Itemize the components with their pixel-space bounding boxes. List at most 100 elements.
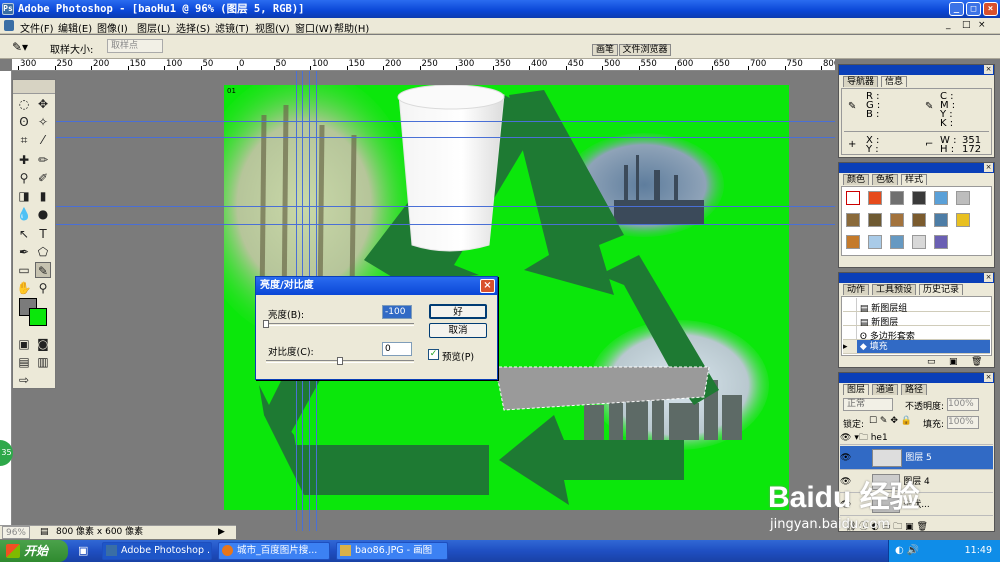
text-tool-icon[interactable]: T [35, 226, 51, 242]
panel-close-icon[interactable]: × [984, 163, 993, 172]
marquee-tool-icon[interactable]: ◌ [16, 96, 32, 112]
task-photoshop[interactable]: Adobe Photoshop ... [102, 542, 212, 560]
task-browser[interactable]: 城市_百度图片搜... [218, 542, 330, 560]
blend-mode-select[interactable]: 正常 [843, 398, 893, 411]
lasso-tool-icon[interactable]: ʘ [16, 114, 32, 130]
tab-navigator[interactable]: 导航器 [843, 76, 879, 87]
new-snapshot-icon[interactable]: ▣ [949, 357, 958, 367]
preview-checkbox[interactable]: ✓ [428, 349, 439, 360]
menu-select[interactable]: 选择(S) [176, 20, 210, 35]
eyedropper-tool-icon[interactable]: ✎ [35, 262, 51, 278]
style-swatch[interactable] [846, 213, 860, 227]
panel-close-icon[interactable]: × [984, 273, 993, 282]
healing-brush-icon[interactable]: ✚ [16, 152, 32, 168]
tab-channels[interactable]: 通道 [872, 384, 899, 395]
menu-filter[interactable]: 滤镜(T) [215, 20, 249, 35]
menu-image[interactable]: 图像(I) [97, 20, 128, 35]
brightness-input[interactable]: -100 [382, 305, 412, 319]
eraser-tool-icon[interactable]: ◨ [16, 188, 32, 204]
menu-layer[interactable]: 图层(L) [137, 20, 170, 35]
brightness-slider-thumb[interactable] [263, 320, 269, 328]
minimize-button[interactable]: _ [949, 2, 964, 16]
gradient-tool-icon[interactable]: ▮ [35, 188, 51, 204]
layer-group-row[interactable]: 👁 ▾🗀 he1 [840, 431, 993, 445]
zoom-level[interactable]: 96% [2, 526, 30, 539]
style-swatch[interactable] [934, 213, 948, 227]
sample-size-select[interactable]: 取样点 [107, 39, 163, 53]
style-swatch[interactable] [912, 191, 926, 205]
path-select-icon[interactable]: ↖ [16, 226, 32, 242]
blur-tool-icon[interactable]: 💧 [16, 206, 32, 222]
ok-button[interactable]: 好 [429, 304, 487, 319]
status-menu-arrow-icon[interactable]: ▶ [218, 526, 225, 539]
history-item[interactable]: ▤ 新图层组 [843, 298, 990, 314]
style-swatch[interactable] [934, 191, 948, 205]
panel-close-icon[interactable]: × [984, 65, 993, 74]
quick-launch-icon[interactable]: ▣ [78, 544, 88, 557]
guide-horizontal[interactable] [12, 137, 835, 138]
eyedropper-icon[interactable]: ✎▾ [12, 40, 28, 54]
menu-file[interactable]: 文件(F) [20, 20, 54, 35]
tray-icons[interactable]: ◐ 🔊 [895, 540, 919, 562]
menu-window[interactable]: 窗口(W) [295, 20, 333, 35]
close-button[interactable]: × [983, 2, 998, 16]
screen-mode-icon[interactable]: ▤ [16, 354, 32, 370]
brush-tool-icon[interactable]: ✏ [35, 152, 51, 168]
fill-input[interactable]: 100% [947, 416, 979, 429]
style-swatch[interactable] [868, 235, 882, 249]
style-swatch[interactable] [912, 213, 926, 227]
tab-info[interactable]: 信息 [881, 76, 908, 87]
brightness-slider-track[interactable] [266, 323, 414, 326]
dialog-close-button[interactable]: × [480, 279, 495, 293]
menu-edit[interactable]: 编辑(E) [58, 20, 92, 35]
cancel-button[interactable]: 取消 [429, 323, 487, 338]
task-paint[interactable]: bao86.JPG - 画图 [336, 542, 448, 560]
guide-horizontal[interactable] [12, 206, 835, 207]
guide-horizontal[interactable] [12, 224, 835, 225]
style-swatch[interactable] [934, 235, 948, 249]
style-swatch[interactable] [890, 191, 904, 205]
trash-icon[interactable]: 🗑 [971, 357, 982, 367]
history-item-selected[interactable]: ▸ ◆ 填充 [843, 340, 990, 354]
eye-icon[interactable]: 👁 [840, 453, 851, 463]
shape-tool-icon[interactable]: ⬠ [35, 244, 51, 260]
tab-paths[interactable]: 路径 [901, 384, 928, 395]
contrast-input[interactable]: 0 [382, 342, 412, 356]
style-none[interactable] [846, 191, 860, 205]
doc-minimize-button[interactable]: _ [946, 20, 951, 30]
menu-view[interactable]: 视图(V) [255, 20, 290, 35]
move-tool-icon[interactable]: ✥ [35, 96, 51, 112]
style-swatch[interactable] [956, 213, 970, 227]
pen-tool-icon[interactable]: ✒ [16, 244, 32, 260]
history-brush-icon[interactable]: ✐ [35, 170, 51, 186]
style-swatch[interactable] [868, 213, 882, 227]
style-swatch[interactable] [890, 235, 904, 249]
tab-swatches[interactable]: 色板 [872, 174, 899, 185]
style-swatch[interactable] [890, 213, 904, 227]
eye-icon[interactable]: 👁 [840, 433, 851, 443]
tab-styles[interactable]: 样式 [901, 174, 928, 185]
tab-file-browser[interactable]: 文件浏览器 [619, 44, 671, 56]
doc-restore-button[interactable]: □ [962, 20, 971, 30]
new-document-icon[interactable]: ▭ [927, 357, 936, 367]
history-item[interactable]: ʘ 多边形套索 [843, 326, 990, 342]
lock-icons[interactable]: ☐ ✎ ✥ 🔒 [869, 416, 912, 426]
jump-to-imageready-icon[interactable]: ⇨ [16, 372, 32, 388]
background-color-swatch[interactable] [29, 308, 47, 326]
start-button[interactable]: 开始 [0, 540, 68, 562]
doc-close-button[interactable]: × [978, 20, 986, 30]
style-swatch[interactable] [846, 235, 860, 249]
tab-actions[interactable]: 动作 [843, 284, 870, 295]
tab-history[interactable]: 历史记录 [919, 284, 964, 295]
hand-tool-icon[interactable]: ✋ [16, 280, 32, 296]
tab-color[interactable]: 颜色 [843, 174, 870, 185]
zoom-tool-icon[interactable]: ⚲ [35, 280, 51, 296]
quick-mask-icon[interactable]: ◙ [35, 336, 51, 352]
tab-brushes[interactable]: 画笔 [592, 44, 618, 56]
tab-layers[interactable]: 图层 [843, 384, 870, 395]
slice-tool-icon[interactable]: ⁄ [35, 132, 51, 148]
layer-row-selected[interactable]: 👁 图层 5 [840, 446, 993, 470]
contrast-slider-thumb[interactable] [337, 357, 343, 365]
menu-help[interactable]: 帮助(H) [334, 20, 369, 35]
standard-mode-icon[interactable]: ▣ [16, 336, 32, 352]
